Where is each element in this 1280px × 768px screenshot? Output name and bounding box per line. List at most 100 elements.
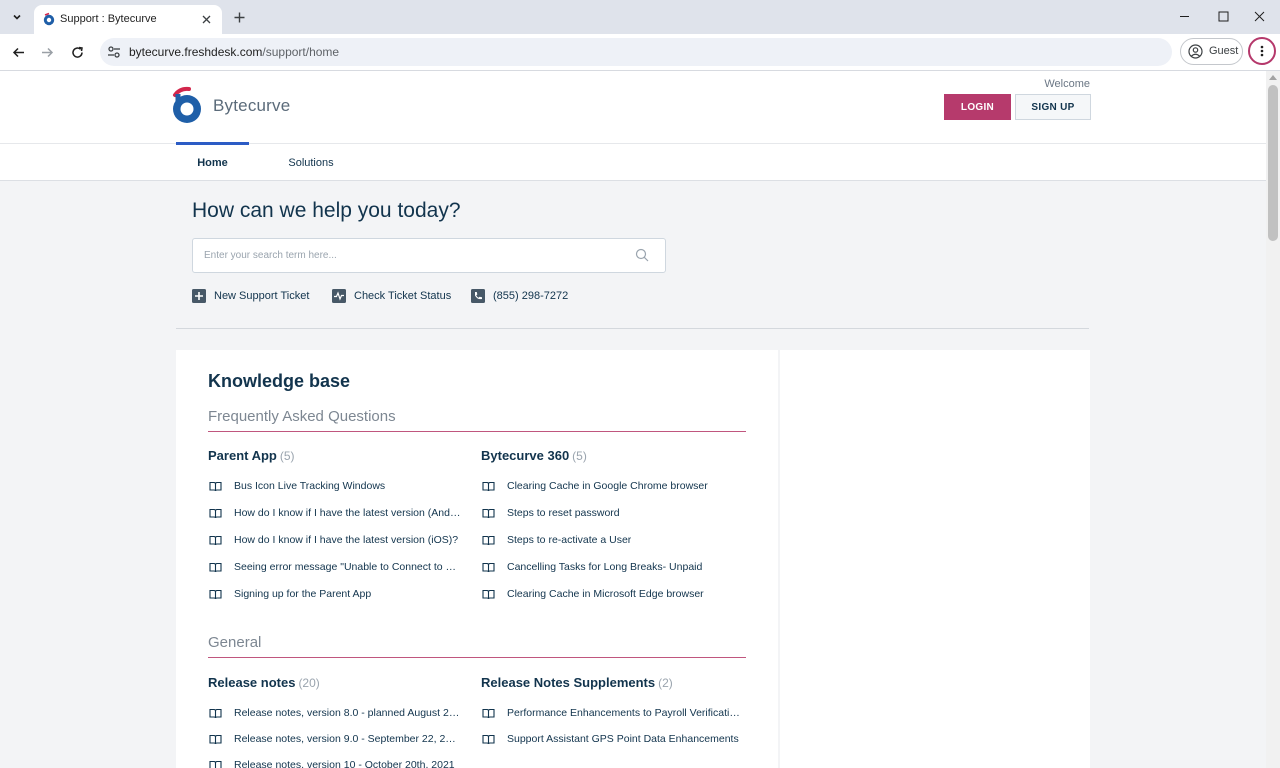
back-arrow-icon[interactable] xyxy=(7,41,29,63)
sidebar-card xyxy=(780,350,1090,768)
url-text: bytecurve.freshdesk.com/support/home xyxy=(129,45,339,59)
article-link[interactable]: Bus Icon Live Tracking Windows xyxy=(209,478,461,494)
phone-icon xyxy=(471,289,485,303)
article-title: Steps to reset password xyxy=(507,507,620,519)
article-link[interactable]: Release notes, version 10 - October 20th… xyxy=(209,757,461,768)
article-title: Signing up for the Parent App xyxy=(234,588,372,600)
article-link[interactable]: Steps to reset password xyxy=(482,505,740,521)
article-title: Bus Icon Live Tracking Windows xyxy=(234,480,386,492)
browser-tab[interactable]: Support : Bytecurve xyxy=(34,5,222,34)
category-title[interactable]: General xyxy=(208,634,261,651)
nav-tab-home[interactable]: Home xyxy=(176,144,249,181)
url-path: /support/home xyxy=(262,45,340,59)
page-viewport: Bytecurve Welcome LOGIN SIGN UP Home Sol… xyxy=(0,71,1266,768)
book-icon xyxy=(482,535,495,545)
reload-icon[interactable] xyxy=(66,41,88,63)
folder-count: (2) xyxy=(658,676,673,690)
folder-count: (5) xyxy=(572,449,587,463)
article-title: Release notes, version 9.0 - September 2… xyxy=(234,733,461,745)
book-icon xyxy=(209,481,222,491)
phone-link[interactable]: (855) 298-7272 xyxy=(471,288,568,304)
book-icon xyxy=(482,708,495,718)
knowledge-base-card: Knowledge base Frequently Asked Question… xyxy=(176,350,778,768)
site-info-tune-icon[interactable] xyxy=(106,44,122,60)
check-ticket-status-label: Check Ticket Status xyxy=(354,290,452,302)
maximize-icon[interactable] xyxy=(1214,7,1232,25)
search-icon[interactable] xyxy=(635,248,649,262)
new-support-ticket-link[interactable]: New Support Ticket xyxy=(192,288,309,304)
account-circle-icon xyxy=(1188,44,1203,59)
address-bar[interactable]: bytecurve.freshdesk.com/support/home xyxy=(100,38,1172,66)
book-icon xyxy=(482,481,495,491)
browser-toolbar: bytecurve.freshdesk.com/support/home Gue… xyxy=(0,34,1280,71)
bytecurve-favicon-icon xyxy=(43,12,55,26)
folder-heading[interactable]: Release notes (20) xyxy=(208,674,320,692)
article-link[interactable]: Performance Enhancements to Payroll Veri… xyxy=(482,705,740,721)
article-title: Support Assistant GPS Point Data Enhance… xyxy=(507,733,739,745)
article-link[interactable]: Release notes, version 9.0 - September 2… xyxy=(209,731,461,747)
search-input[interactable]: Enter your search term here... xyxy=(192,238,666,273)
minimize-icon[interactable] xyxy=(1175,7,1193,25)
tab-search-chevron-icon[interactable] xyxy=(6,6,28,28)
folder-heading[interactable]: Parent App (5) xyxy=(208,447,295,465)
folder-name: Release notes xyxy=(208,675,296,690)
scroll-up-arrow-icon[interactable] xyxy=(1269,75,1277,80)
folder-count: (5) xyxy=(279,449,295,463)
article-title: Release notes, version 10 - October 20th… xyxy=(234,759,455,768)
folder-heading[interactable]: Bytecurve 360 (5) xyxy=(481,447,587,465)
folder-name: Release Notes Supplements xyxy=(481,675,656,690)
article-link[interactable]: Steps to re-activate a User xyxy=(482,532,740,548)
book-icon xyxy=(209,760,222,768)
folder-heading[interactable]: Release Notes Supplements (2) xyxy=(481,674,673,692)
forward-arrow-icon[interactable] xyxy=(36,41,58,63)
article-link[interactable]: Clearing Cache in Google Chrome browser xyxy=(482,478,740,494)
browser-menu-kebab-icon[interactable] xyxy=(1248,37,1276,65)
profile-button[interactable]: Guest xyxy=(1180,38,1243,65)
article-title: How do I know if I have the latest versi… xyxy=(234,534,459,546)
profile-label: Guest xyxy=(1209,45,1239,57)
plus-square-icon xyxy=(192,289,206,303)
close-window-icon[interactable] xyxy=(1250,7,1268,25)
article-link[interactable]: How do I know if I have the latest versi… xyxy=(209,532,461,548)
scrollbar-thumb[interactable] xyxy=(1268,85,1278,241)
nav-tab-solutions[interactable]: Solutions xyxy=(276,144,346,181)
book-icon xyxy=(482,734,495,744)
folder-count: (20) xyxy=(298,676,320,690)
article-link[interactable]: How do I know if I have the latest versi… xyxy=(209,505,461,521)
activity-pulse-icon xyxy=(332,289,346,303)
page-scrollbar[interactable] xyxy=(1266,71,1280,768)
new-support-ticket-label: New Support Ticket xyxy=(214,290,310,302)
portal-header: Bytecurve Welcome LOGIN SIGN UP Home Sol… xyxy=(0,71,1266,181)
folder-name: Parent App xyxy=(208,448,277,463)
article-link[interactable]: Support Assistant GPS Point Data Enhance… xyxy=(482,731,740,747)
article-link[interactable]: Clearing Cache in Microsoft Edge browser xyxy=(482,586,740,602)
brand-name: Bytecurve xyxy=(213,96,291,115)
article-link[interactable]: Cancelling Tasks for Long Breaks- Unpaid xyxy=(482,559,740,575)
search-placeholder: Enter your search term here... xyxy=(204,250,337,261)
article-title: Cancelling Tasks for Long Breaks- Unpaid xyxy=(507,561,703,573)
check-ticket-status-link[interactable]: Check Ticket Status xyxy=(332,288,451,304)
article-link[interactable]: Seeing error message "Unable to Connect … xyxy=(209,559,461,575)
new-tab-plus-icon[interactable] xyxy=(230,8,248,26)
url-host: bytecurve.freshdesk.com xyxy=(129,45,263,59)
tab-close-icon[interactable] xyxy=(198,11,214,27)
book-icon xyxy=(482,562,495,572)
bytecurve-logo-icon[interactable] xyxy=(170,85,206,125)
article-link[interactable]: Signing up for the Parent App xyxy=(209,586,461,602)
book-icon xyxy=(482,589,495,599)
category-underline xyxy=(208,657,746,658)
book-icon xyxy=(209,508,222,518)
knowledge-base-title: Knowledge base xyxy=(208,371,351,391)
welcome-text: Welcome xyxy=(1044,78,1090,90)
login-button[interactable]: LOGIN xyxy=(944,94,1011,120)
signup-button[interactable]: SIGN UP xyxy=(1015,94,1091,120)
phone-number: (855) 298-7272 xyxy=(493,290,569,302)
book-icon xyxy=(209,589,222,599)
article-title: Seeing error message "Unable to Connect … xyxy=(234,561,461,573)
hero-title: How can we help you today? xyxy=(192,199,461,222)
book-icon xyxy=(482,508,495,518)
category-title[interactable]: Frequently Asked Questions xyxy=(208,408,396,425)
book-icon xyxy=(209,562,222,572)
section-divider xyxy=(176,328,1089,329)
article-link[interactable]: Release notes, version 8.0 - planned Aug… xyxy=(209,705,461,721)
